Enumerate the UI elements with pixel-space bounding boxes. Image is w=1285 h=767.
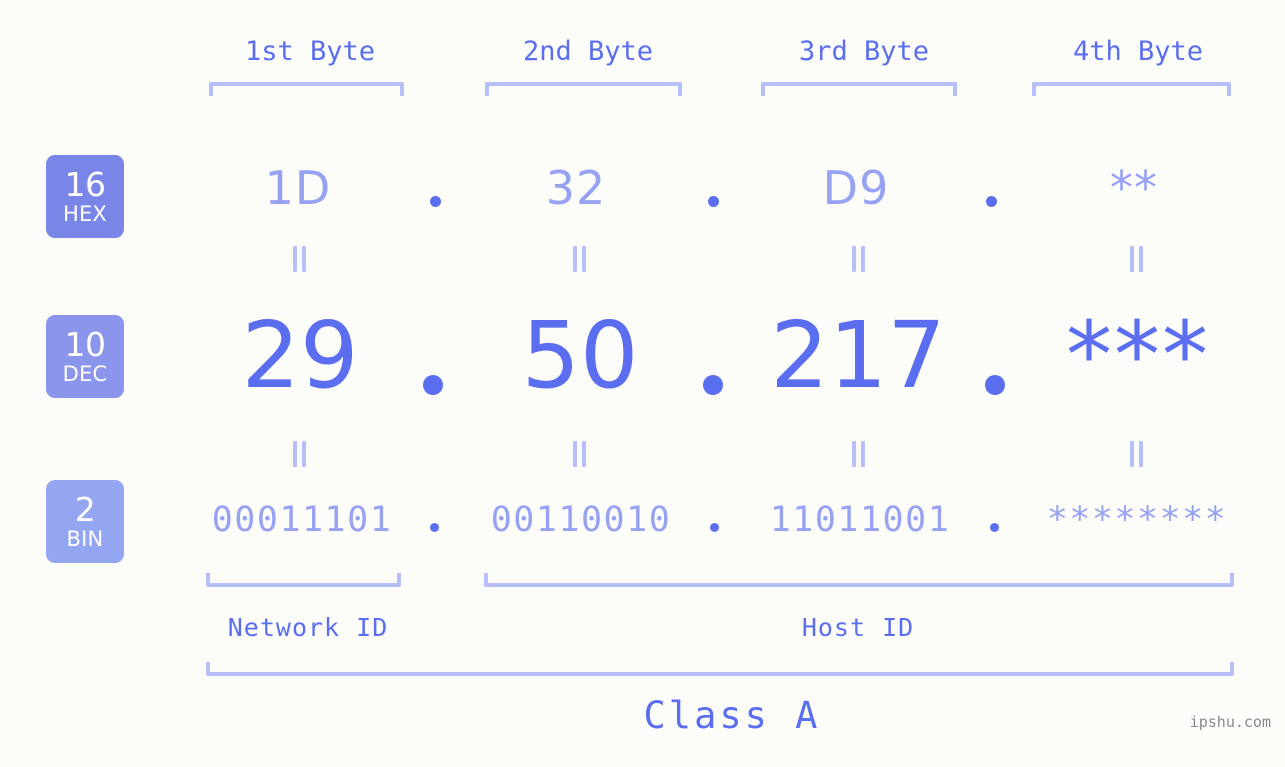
dec-byte-4: *** xyxy=(1066,302,1210,409)
base-badge-dec-unit: DEC xyxy=(62,362,108,386)
network-id-label: Network ID xyxy=(227,613,389,642)
equals-marker-hex-dec-2 xyxy=(570,246,588,272)
hex-separator-dot-1 xyxy=(430,196,441,207)
byte-bracket-4 xyxy=(1032,82,1231,96)
bin-separator-dot-2 xyxy=(710,523,719,532)
dec-byte-1: 29 xyxy=(241,302,359,409)
byte-bracket-2 xyxy=(485,82,682,96)
bin-byte-4: ******** xyxy=(1046,500,1228,540)
byte-header-4: 4th Byte xyxy=(1072,36,1204,67)
equals-marker-hex-dec-1 xyxy=(290,246,308,272)
byte-header-3: 3rd Byte xyxy=(798,36,930,67)
hex-byte-2: 32 xyxy=(545,161,607,215)
hex-separator-dot-2 xyxy=(708,196,719,207)
bin-separator-dot-3 xyxy=(990,523,999,532)
dec-separator-dot-1 xyxy=(423,375,443,395)
bin-byte-1: 00011101 xyxy=(211,500,393,540)
equals-marker-dec-bin-1 xyxy=(290,441,308,467)
class-label: Class A xyxy=(643,694,821,737)
hex-byte-4: ** xyxy=(1110,161,1158,215)
hex-byte-1: 1D xyxy=(264,161,332,215)
byte-header-1: 1st Byte xyxy=(244,36,376,67)
base-badge-hex: 16 HEX xyxy=(46,155,124,238)
equals-marker-hex-dec-4 xyxy=(1127,246,1145,272)
hex-byte-3: D9 xyxy=(822,161,890,215)
host-id-label: Host ID xyxy=(801,613,915,642)
base-badge-dec-number: 10 xyxy=(64,325,107,364)
byte-bracket-3 xyxy=(761,82,957,96)
hex-separator-dot-3 xyxy=(986,196,997,207)
equals-marker-dec-bin-3 xyxy=(849,441,867,467)
dec-byte-3: 217 xyxy=(770,302,946,409)
byte-header-2: 2nd Byte xyxy=(522,36,654,67)
bin-separator-dot-1 xyxy=(430,523,439,532)
equals-marker-dec-bin-2 xyxy=(570,441,588,467)
byte-bracket-1 xyxy=(209,82,404,96)
bin-byte-2: 00110010 xyxy=(490,500,672,540)
base-badge-bin: 2 BIN xyxy=(46,480,124,563)
site-watermark: ipshu.com xyxy=(1189,713,1271,731)
base-badge-dec: 10 DEC xyxy=(46,315,124,398)
equals-marker-hex-dec-3 xyxy=(849,246,867,272)
equals-marker-dec-bin-4 xyxy=(1127,441,1145,467)
host-id-bracket xyxy=(484,573,1234,587)
base-badge-bin-number: 2 xyxy=(74,490,96,529)
base-badge-hex-number: 16 xyxy=(64,165,107,204)
network-id-bracket xyxy=(206,573,401,587)
dec-separator-dot-3 xyxy=(985,375,1005,395)
dec-byte-2: 50 xyxy=(521,302,639,409)
ip-address-breakdown-diagram: 1st Byte 2nd Byte 3rd Byte 4th Byte 16 H… xyxy=(0,0,1285,767)
class-bracket xyxy=(206,662,1234,676)
base-badge-hex-unit: HEX xyxy=(62,202,108,226)
dec-separator-dot-2 xyxy=(703,375,723,395)
base-badge-bin-unit: BIN xyxy=(66,527,104,551)
bin-byte-3: 11011001 xyxy=(769,500,951,540)
